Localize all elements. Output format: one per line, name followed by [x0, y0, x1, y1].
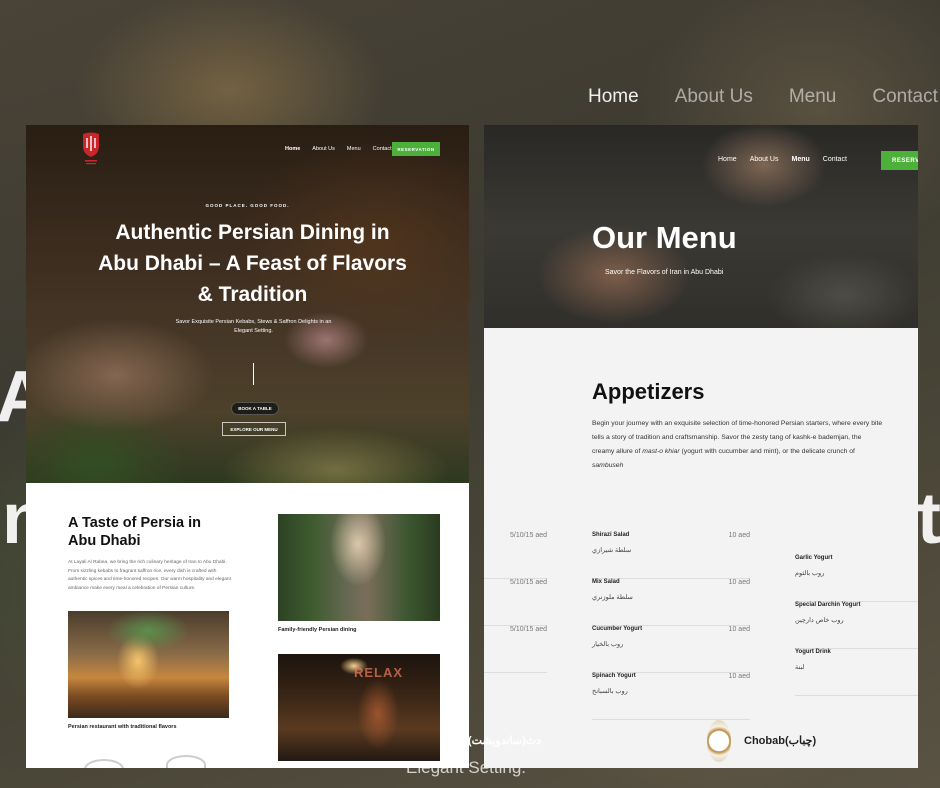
item-name: Mix Salad: [592, 579, 620, 585]
menu-nav-contact[interactable]: Contact: [823, 156, 847, 163]
item-name: Yogurt Drink: [795, 649, 831, 655]
item-arabic: سلطة شيرازي: [592, 547, 632, 554]
about-heading: A Taste of Persia in Abu Dhabi: [68, 515, 201, 549]
item-price: 10 aed: [728, 673, 750, 680]
hero-title: Authentic Persian Dining in Abu Dhabi – …: [98, 221, 407, 306]
home-hero: Home About Us Menu Contact RESERVATION G…: [26, 125, 469, 483]
menu-item[interactable]: 5/10/15 aed: [484, 626, 547, 673]
item-price: 10 aed: [728, 626, 750, 633]
menu-item[interactable]: Spinach Yogurt روب بالسبانخ 10 aed: [592, 673, 750, 720]
restaurant-logo[interactable]: [80, 132, 102, 168]
bg-nav-home[interactable]: Home: [588, 86, 639, 108]
plate-image: [166, 755, 206, 768]
image-caption: Persian restaurant with traditional flav…: [68, 724, 177, 730]
hero-description: Savor Exquisite Persian Kebabs, Stews & …: [175, 319, 332, 334]
section-description: Begin your journey with an exquisite sel…: [592, 420, 883, 469]
item-name: Shirazi Salad: [592, 532, 630, 538]
menu-item[interactable]: Special Darchin Yogurt روب خاص دارچين: [795, 602, 918, 649]
home-nav-home[interactable]: Home: [285, 146, 300, 152]
menu-nav-menu[interactable]: Menu: [791, 156, 809, 163]
item-name: Cucumber Yogurt: [592, 626, 643, 632]
menu-item[interactable]: Yogurt Drink لبنة: [795, 649, 918, 696]
dish-thumbnail: [707, 720, 731, 762]
explore-menu-button[interactable]: EXPLORE OUR MENU: [222, 422, 286, 436]
menu-title: Our Menu: [592, 220, 737, 255]
item-arabic: روب خاص دارچين: [795, 617, 844, 624]
menu-subtitle: Savor the Flavors of Iran in Abu Dhabi: [605, 269, 724, 276]
menu-category-sandwich[interactable]: (ساندویشت)دث: [468, 734, 541, 747]
menu-category-chobab[interactable]: Chobab(چباب): [744, 734, 816, 747]
restaurant-interior-image: [68, 611, 229, 718]
section-heading: Appetizers: [592, 379, 705, 404]
bg-nav-contact[interactable]: Contact: [872, 86, 937, 108]
home-nav: Home About Us Menu Contact: [285, 146, 392, 152]
menu-hero: Home About Us Menu Contact RESERV Our Me…: [484, 125, 918, 328]
menu-item[interactable]: Cucumber Yogurt روب بالخيار 10 aed: [592, 626, 750, 673]
menu-nav: Home About Us Menu Contact: [718, 156, 847, 163]
bg-nav-about[interactable]: About Us: [675, 86, 753, 108]
about-text: At Layali Al Rabea, we bring the rich cu…: [68, 560, 231, 591]
menu-item[interactable]: Garlic Yogurt روب بالثوم: [795, 555, 918, 602]
dining-hall-image: [278, 514, 440, 621]
menu-item[interactable]: 5/10/15 aed: [484, 532, 547, 579]
background-nav: Home About Us Menu Contact: [588, 86, 938, 108]
book-table-button[interactable]: BOOK A TABLE: [231, 402, 279, 415]
hero-kicker: GOOD PLACE. GOOD FOOD.: [205, 203, 290, 208]
home-page-screenshot: Home About Us Menu Contact RESERVATION G…: [26, 125, 469, 768]
item-name: Spinach Yogurt: [592, 673, 636, 679]
item-arabic: لبنة: [795, 664, 805, 671]
relax-sign: RELAX: [354, 665, 404, 680]
item-name: Garlic Yogurt: [795, 555, 833, 561]
reservation-button[interactable]: RESERV: [881, 151, 918, 170]
item-price: 10 aed: [728, 532, 750, 539]
item-arabic: سلطة ملوزنري: [592, 594, 633, 601]
menu-item[interactable]: Mix Salad سلطة ملوزنري 10 aed: [592, 579, 750, 626]
item-price: 5/10/15 aed: [510, 532, 547, 539]
hero-divider: [253, 363, 254, 385]
home-nav-menu[interactable]: Menu: [347, 146, 361, 152]
item-arabic: روب بالثوم: [795, 570, 825, 577]
menu-item[interactable]: Shirazi Salad سلطة شيرازي 10 aed: [592, 532, 750, 579]
item-price: 10 aed: [728, 579, 750, 586]
bg-nav-menu[interactable]: Menu: [789, 86, 837, 108]
item-price: 5/10/15 aed: [510, 626, 547, 633]
menu-nav-home[interactable]: Home: [718, 156, 737, 163]
menu-page-screenshot: Home About Us Menu Contact RESERV Our Me…: [484, 125, 918, 768]
reservation-button[interactable]: RESERVATION: [392, 142, 440, 156]
menu-nav-about[interactable]: About Us: [750, 156, 779, 163]
plate-image: [84, 759, 124, 768]
item-arabic: روب بالسبانخ: [592, 688, 628, 695]
item-arabic: روب بالخيار: [592, 641, 624, 648]
menu-item[interactable]: 5/10/15 aed: [484, 579, 547, 626]
home-nav-contact[interactable]: Contact: [373, 146, 392, 152]
home-nav-about[interactable]: About Us: [312, 146, 335, 152]
item-name: Special Darchin Yogurt: [795, 602, 861, 608]
image-caption: Family-friendly Persian dining: [278, 627, 357, 633]
item-price: 5/10/15 aed: [510, 579, 547, 586]
